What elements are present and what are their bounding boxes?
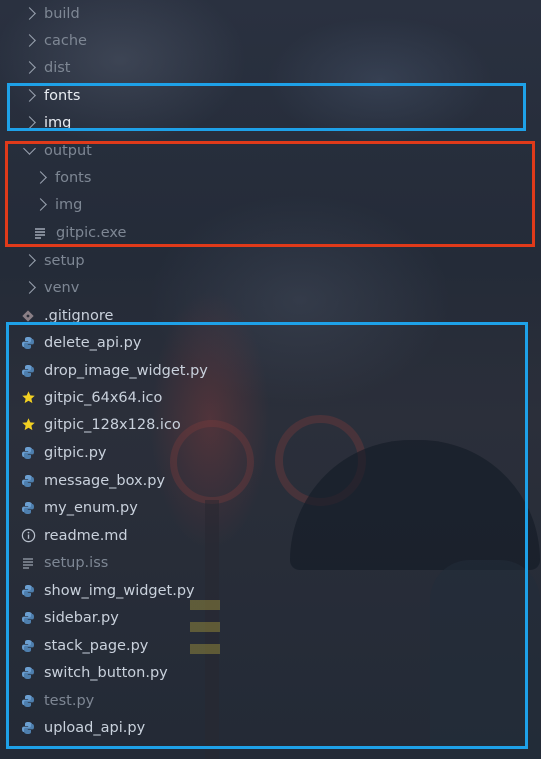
- folder-output[interactable]: output: [0, 137, 541, 164]
- file-label: gitpic.exe: [56, 224, 127, 241]
- file-stack-page[interactable]: stack_page.py: [0, 632, 541, 659]
- file-gitpic-64-ico[interactable]: gitpic_64x64.ico: [0, 384, 541, 411]
- file-switch-button[interactable]: switch_button.py: [0, 659, 541, 686]
- folder-img[interactable]: img: [0, 109, 541, 136]
- folder-output-fonts[interactable]: fonts: [0, 164, 541, 191]
- chevron-right-icon: [23, 281, 36, 294]
- file-label: switch_button.py: [44, 664, 168, 681]
- chevron-right-icon: [34, 198, 47, 211]
- folder-label: img: [55, 196, 83, 213]
- file-message-box[interactable]: message_box.py: [0, 467, 541, 494]
- chevron-right-icon: [23, 34, 36, 47]
- file-setup-iss[interactable]: setup.iss: [0, 549, 541, 576]
- folder-label: setup: [44, 252, 85, 269]
- file-delete-api[interactable]: delete_api.py: [0, 329, 541, 356]
- file-label: gitpic_64x64.ico: [44, 389, 163, 406]
- folder-build[interactable]: build: [0, 0, 541, 27]
- file-label: sidebar.py: [44, 609, 119, 626]
- file-gitpic-128-ico[interactable]: gitpic_128x128.ico: [0, 411, 541, 438]
- chevron-right-icon: [23, 89, 36, 102]
- git-diamond-icon: [20, 308, 36, 324]
- python-icon: [20, 500, 36, 516]
- file-label: stack_page.py: [44, 637, 149, 654]
- folder-label: fonts: [55, 169, 92, 186]
- file-sidebar[interactable]: sidebar.py: [0, 604, 541, 631]
- file-label: drop_image_widget.py: [44, 362, 208, 379]
- folder-label: dist: [44, 59, 71, 76]
- file-label: show_img_widget.py: [44, 582, 195, 599]
- python-icon: [20, 363, 36, 379]
- file-label: message_box.py: [44, 472, 166, 489]
- python-icon: [20, 583, 36, 599]
- python-icon: [20, 445, 36, 461]
- chevron-right-icon: [23, 116, 36, 129]
- file-label: test.py: [44, 692, 95, 709]
- file-label: delete_api.py: [44, 334, 142, 351]
- chevron-right-icon: [23, 254, 36, 267]
- file-my-enum[interactable]: my_enum.py: [0, 494, 541, 521]
- file-label: readme.md: [44, 527, 128, 544]
- file-readme[interactable]: readme.md: [0, 522, 541, 549]
- file-gitpic-py[interactable]: gitpic.py: [0, 439, 541, 466]
- chevron-right-icon: [23, 61, 36, 74]
- python-icon: [20, 335, 36, 351]
- file-label: gitpic_128x128.ico: [44, 416, 181, 433]
- file-gitpic-exe[interactable]: gitpic.exe: [0, 219, 541, 246]
- file-drop-image-widget[interactable]: drop_image_widget.py: [0, 357, 541, 384]
- file-label: upload_api.py: [44, 719, 146, 736]
- file-explorer-tree: build cache dist fonts img output fonts …: [0, 0, 541, 759]
- chevron-right-icon: [23, 7, 36, 20]
- folder-label: build: [44, 5, 80, 22]
- info-icon: [20, 528, 36, 544]
- star-icon: [20, 417, 36, 433]
- file-gitignore[interactable]: .gitignore: [0, 302, 541, 329]
- python-icon: [20, 665, 36, 681]
- chevron-right-icon: [34, 171, 47, 184]
- folder-venv[interactable]: venv: [0, 274, 541, 301]
- folder-cache[interactable]: cache: [0, 27, 541, 54]
- folder-output-img[interactable]: img: [0, 191, 541, 218]
- chevron-down-icon: [23, 142, 36, 155]
- python-icon: [20, 720, 36, 736]
- file-label: my_enum.py: [44, 499, 138, 516]
- folder-label: img: [44, 114, 72, 131]
- python-icon: [20, 693, 36, 709]
- folder-label: output: [44, 142, 92, 159]
- folder-label: cache: [44, 32, 87, 49]
- folder-label: venv: [44, 279, 80, 296]
- python-icon: [20, 638, 36, 654]
- lines-icon: [32, 225, 48, 241]
- file-test[interactable]: test.py: [0, 687, 541, 714]
- folder-dist[interactable]: dist: [0, 54, 541, 81]
- folder-label: fonts: [44, 87, 81, 104]
- file-label: gitpic.py: [44, 444, 107, 461]
- folder-setup[interactable]: setup: [0, 247, 541, 274]
- lines-icon: [20, 555, 36, 571]
- folder-fonts[interactable]: fonts: [0, 82, 541, 109]
- star-icon: [20, 390, 36, 406]
- python-icon: [20, 610, 36, 626]
- python-icon: [20, 473, 36, 489]
- file-show-img-widget[interactable]: show_img_widget.py: [0, 577, 541, 604]
- file-label: setup.iss: [44, 554, 109, 571]
- file-upload-api[interactable]: upload_api.py: [0, 714, 541, 741]
- file-label: .gitignore: [44, 307, 114, 324]
